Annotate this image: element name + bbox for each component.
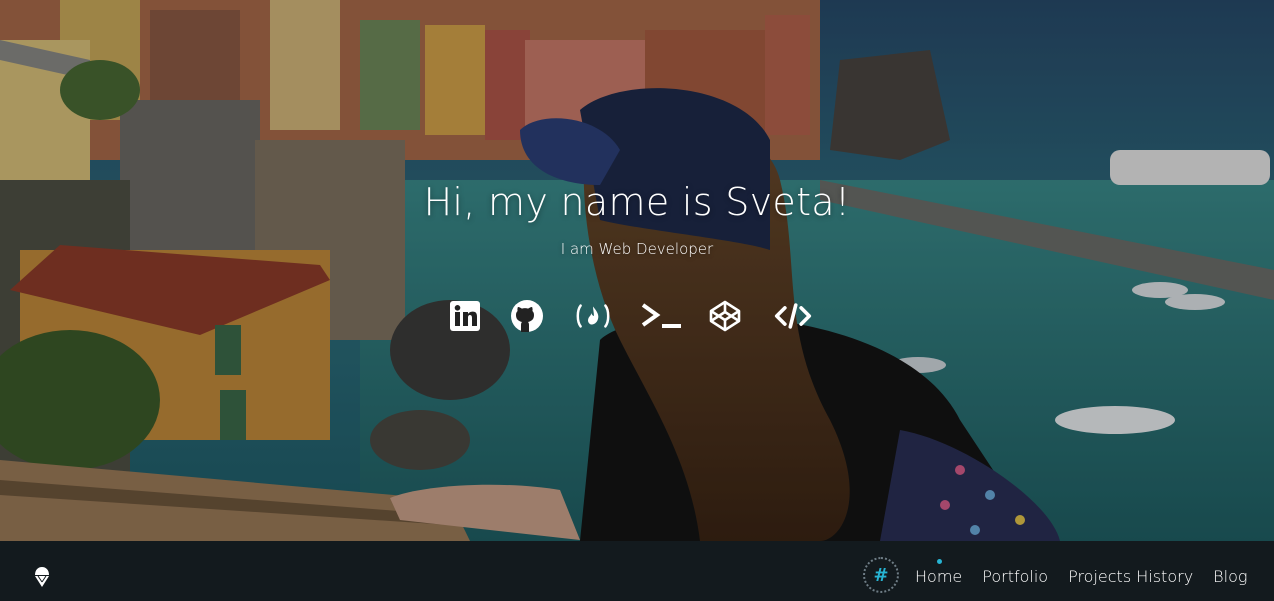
code-link[interactable]	[774, 297, 812, 335]
terminal-link[interactable]	[638, 297, 686, 335]
linkedin-link[interactable]	[446, 297, 484, 335]
github-link[interactable]	[508, 297, 546, 335]
brand-logo[interactable]	[32, 566, 52, 588]
linkedin-icon	[450, 301, 480, 331]
hash-icon: #	[873, 564, 889, 586]
github-icon	[511, 300, 543, 332]
hash-menu-button[interactable]: #	[863, 557, 899, 593]
hero-section: Hi, my name is Sveta! I am Web Developer	[0, 0, 1274, 541]
hero-overlay	[0, 0, 1274, 541]
hero-subtitle: I am Web Developer	[560, 240, 714, 258]
social-links	[446, 297, 812, 335]
nav-item-portfolio[interactable]: Portfolio	[982, 567, 1048, 586]
ice-cream-icon	[35, 567, 49, 587]
nav-item-blog[interactable]: Blog	[1213, 567, 1247, 586]
codepen-link[interactable]	[706, 297, 744, 335]
codepen-icon	[709, 300, 741, 332]
freecodecamp-link[interactable]	[574, 297, 612, 335]
code-icon	[774, 303, 812, 329]
freecodecamp-icon	[576, 304, 610, 328]
terminal-icon	[641, 303, 681, 328]
nav-item-home[interactable]: Home	[915, 559, 962, 586]
nav-menu: Home Portfolio Projects History Blog	[915, 559, 1267, 586]
nav-item-projects-history[interactable]: Projects History	[1068, 567, 1193, 586]
navbar: # Home Portfolio Projects History Blog	[0, 541, 1274, 601]
hero-title: Hi, my name is Sveta!	[423, 180, 851, 224]
